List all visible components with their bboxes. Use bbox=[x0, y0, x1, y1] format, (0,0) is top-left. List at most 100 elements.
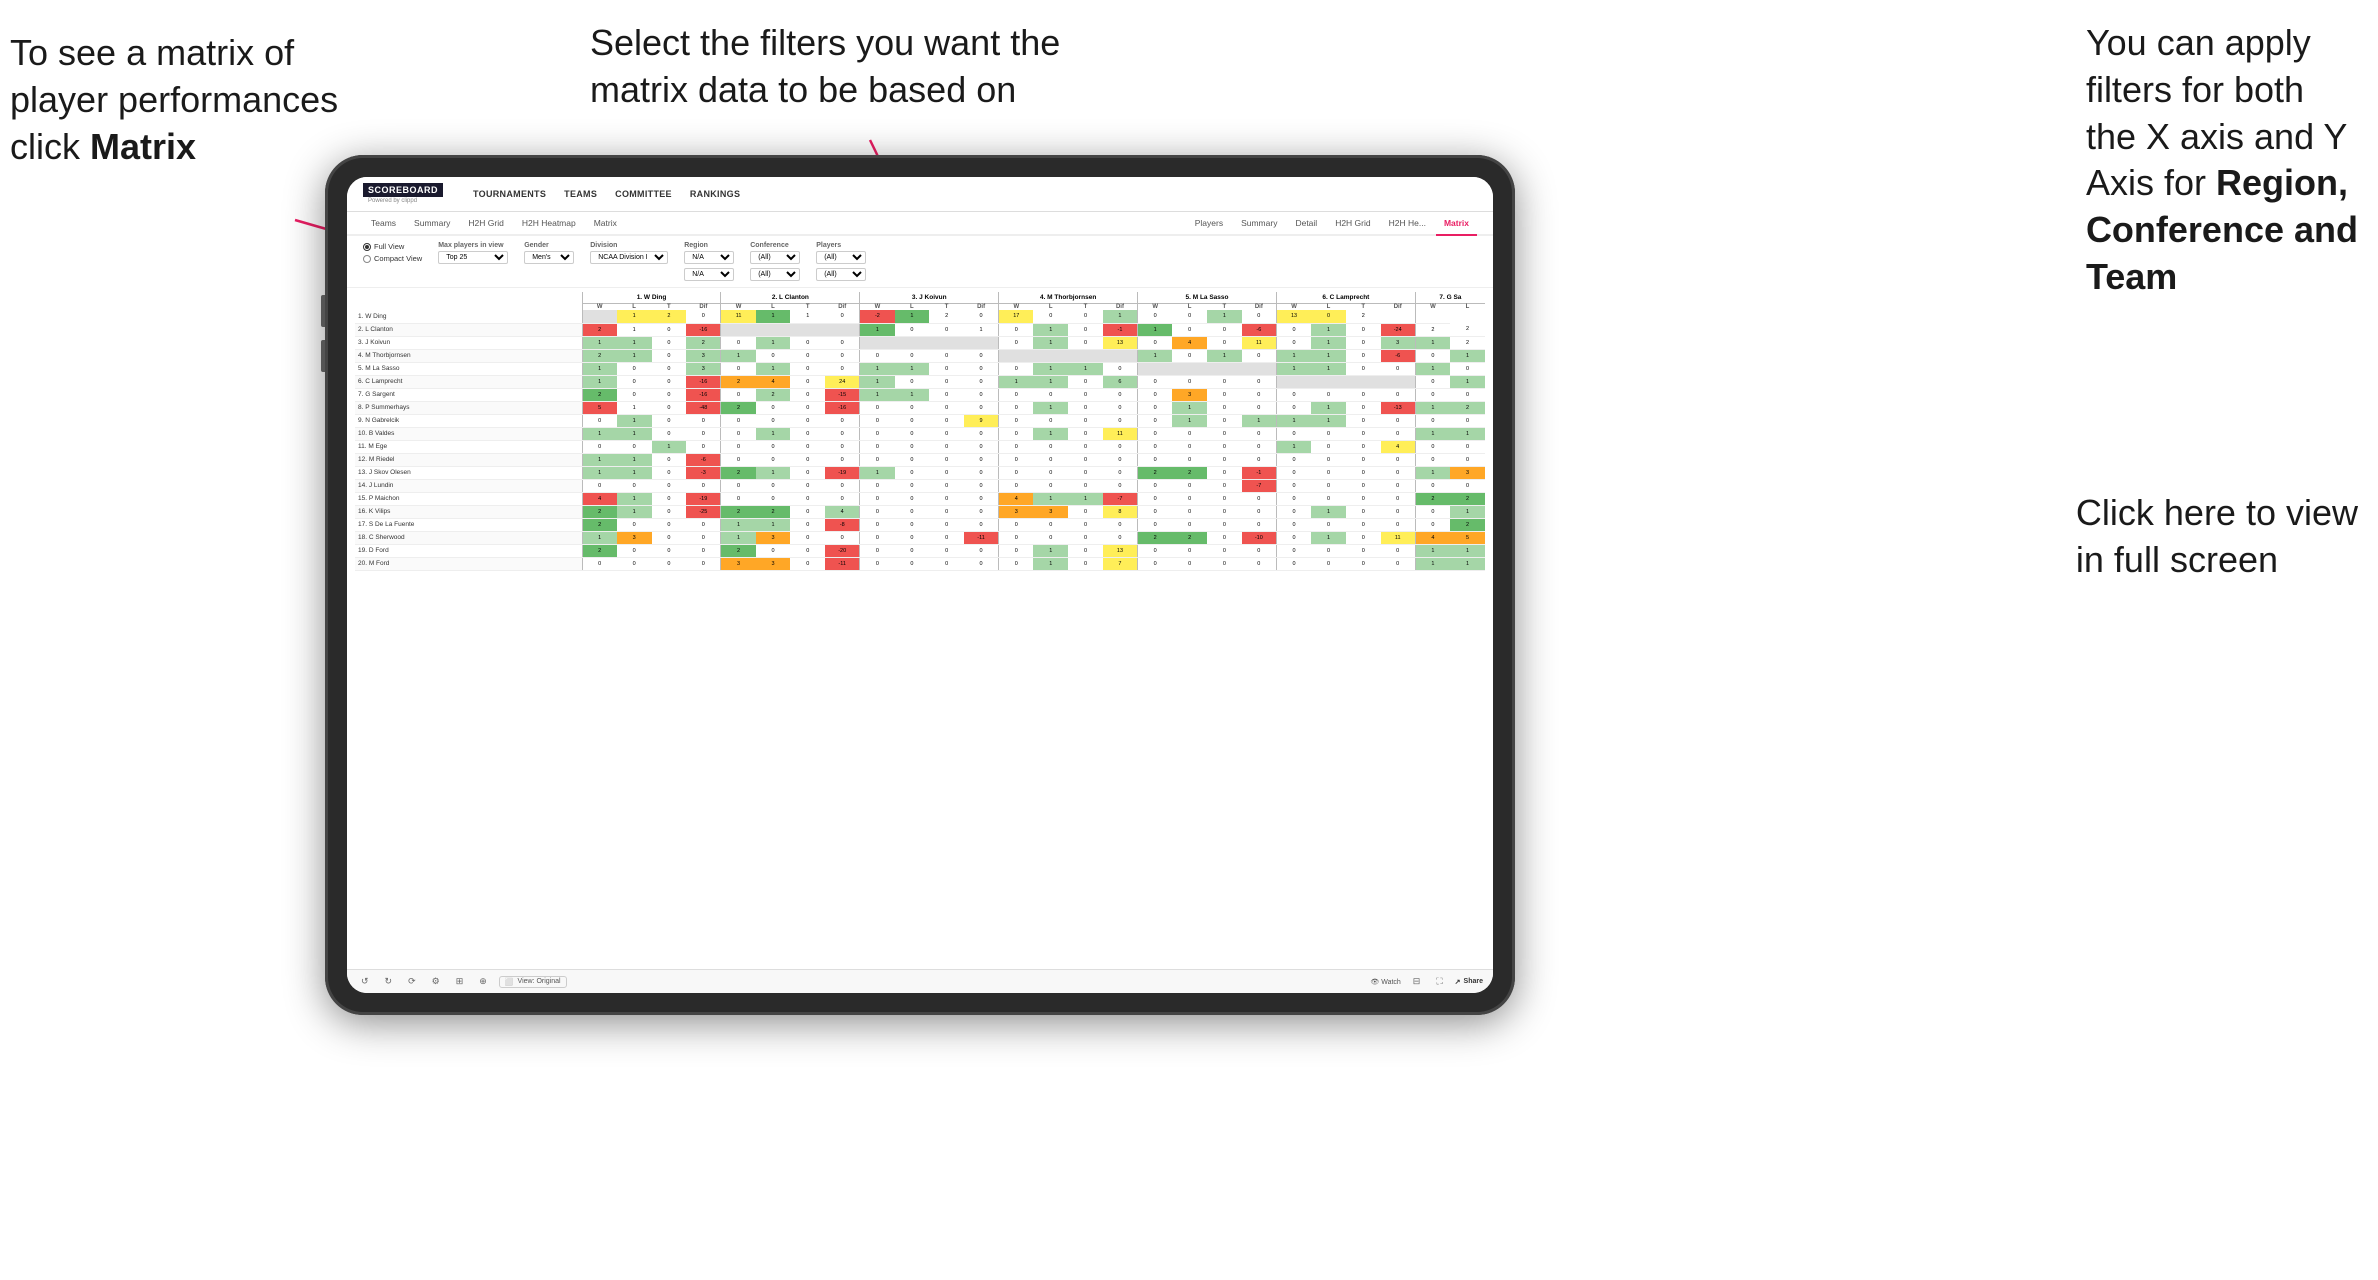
matrix-cell: 0 bbox=[1276, 401, 1311, 414]
filter-conference: Conference (All) (All) bbox=[750, 242, 800, 281]
matrix-cell: 1 bbox=[756, 362, 791, 375]
nav-tournaments[interactable]: TOURNAMENTS bbox=[473, 189, 546, 199]
radio-compact-view[interactable]: Compact View bbox=[363, 254, 422, 263]
matrix-cell: -11 bbox=[964, 531, 999, 544]
nav-committee[interactable]: COMMITTEE bbox=[615, 189, 672, 199]
radio-compact-view-label: Compact View bbox=[374, 254, 422, 263]
matrix-cell: 0 bbox=[1276, 427, 1311, 440]
matrix-cell: 0 bbox=[617, 362, 652, 375]
tab-teams[interactable]: Teams bbox=[363, 212, 404, 236]
matrix-cell bbox=[895, 336, 930, 349]
matrix-cell: 0 bbox=[790, 479, 825, 492]
tab-detail[interactable]: Detail bbox=[1287, 212, 1325, 236]
filter-conf-select-2[interactable]: (All) bbox=[750, 268, 800, 281]
matrix-cell: 0 bbox=[652, 505, 687, 518]
matrix-cell: 0 bbox=[1068, 544, 1103, 557]
filter-players-select-1[interactable]: (All) bbox=[816, 251, 866, 264]
matrix-cell: 11 bbox=[1242, 336, 1277, 349]
fullscreen-btn[interactable]: ⛶ bbox=[1432, 974, 1446, 989]
matrix-cell: 0 bbox=[999, 336, 1034, 349]
col-m-la-sasso: 5. M La Sasso bbox=[1138, 292, 1277, 304]
matrix-cell: 0 bbox=[790, 544, 825, 557]
matrix-cell: 0 bbox=[1276, 479, 1311, 492]
filter-region-select-2[interactable]: N/A bbox=[684, 268, 734, 281]
matrix-cell: 0 bbox=[1415, 505, 1450, 518]
matrix-cell: 0 bbox=[964, 492, 999, 505]
tab-h2h-grid-right[interactable]: H2H Grid bbox=[1327, 212, 1378, 236]
watch-btn[interactable]: 👁 Watch bbox=[1370, 978, 1400, 986]
table-row: 13. J Skov Olesen110-3210-1910000000220-… bbox=[355, 466, 1485, 479]
matrix-cell: 0 bbox=[1033, 479, 1068, 492]
settings-btn[interactable]: ⚙ bbox=[428, 974, 444, 989]
matrix-cell: 0 bbox=[860, 349, 895, 362]
matrix-cell: 0 bbox=[825, 362, 860, 375]
tab-h2h-heatmap[interactable]: H2H Heatmap bbox=[514, 212, 584, 236]
filter-players: Players (All) (All) bbox=[816, 242, 866, 281]
layout-btn[interactable]: ⊟ bbox=[1409, 974, 1425, 989]
matrix-cell: 1 bbox=[1311, 505, 1346, 518]
grid-btn[interactable]: ⊞ bbox=[452, 974, 468, 989]
matrix-cell: 0 bbox=[999, 323, 1034, 336]
matrix-cell: 0 bbox=[999, 362, 1034, 375]
filter-region-select-1[interactable]: N/A bbox=[684, 251, 734, 264]
matrix-cell: 0 bbox=[1103, 362, 1138, 375]
matrix-cell: 4 bbox=[1415, 531, 1450, 544]
matrix-cell: 4 bbox=[1381, 440, 1416, 453]
matrix-cell: 0 bbox=[895, 440, 930, 453]
matrix-cell bbox=[825, 323, 860, 336]
filter-division-select[interactable]: NCAA Division I bbox=[590, 251, 668, 264]
annotation-top-left: To see a matrix of player performances c… bbox=[10, 30, 338, 170]
matrix-cell bbox=[1346, 375, 1381, 388]
matrix-cell: 0 bbox=[999, 518, 1034, 531]
matrix-cell: 0 bbox=[1068, 388, 1103, 401]
tab-h2h-grid-left[interactable]: H2H Grid bbox=[460, 212, 511, 236]
matrix-cell: 0 bbox=[1103, 414, 1138, 427]
tab-matrix-active[interactable]: Matrix bbox=[1436, 212, 1477, 236]
share-label: Share bbox=[1464, 978, 1483, 985]
undo-btn[interactable]: ↺ bbox=[357, 974, 373, 989]
tab-summary-right[interactable]: Summary bbox=[1233, 212, 1285, 236]
matrix-cell: 0 bbox=[825, 414, 860, 427]
matrix-cell: 1 bbox=[1172, 401, 1207, 414]
filter-players-select-2[interactable]: (All) bbox=[816, 268, 866, 281]
matrix-cell: 0 bbox=[652, 375, 687, 388]
matrix-cell: 0 bbox=[652, 492, 687, 505]
tab-summary-left[interactable]: Summary bbox=[406, 212, 458, 236]
matrix-cell: 1 bbox=[1033, 323, 1068, 336]
matrix-cell: 2 bbox=[1138, 466, 1173, 479]
matrix-cell: 1 bbox=[1033, 375, 1068, 388]
matrix-cell: 1 bbox=[860, 388, 895, 401]
matrix-cell: 0 bbox=[1033, 310, 1068, 323]
matrix-cell: 1 bbox=[1415, 427, 1450, 440]
matrix-cell: 0 bbox=[1415, 453, 1450, 466]
view-label[interactable]: ⬜ View: Original bbox=[499, 976, 567, 988]
filter-conf-select-1[interactable]: (All) bbox=[750, 251, 800, 264]
tab-matrix-left[interactable]: Matrix bbox=[586, 212, 625, 236]
matrix-cell: 13 bbox=[1103, 336, 1138, 349]
tab-players[interactable]: Players bbox=[1187, 212, 1231, 236]
matrix-cell: 0 bbox=[1138, 440, 1173, 453]
redo-btn[interactable]: ↻ bbox=[381, 974, 397, 989]
matrix-cell: 0 bbox=[1138, 401, 1173, 414]
matrix-cell: 0 bbox=[895, 375, 930, 388]
share-button[interactable]: ↗ Share bbox=[1455, 978, 1483, 986]
zoom-btn[interactable]: ⊕ bbox=[475, 974, 491, 989]
matrix-cell: 0 bbox=[790, 466, 825, 479]
filter-gender-select[interactable]: Men's bbox=[524, 251, 574, 264]
matrix-cell: 0 bbox=[1381, 388, 1416, 401]
matrix-cell: -7 bbox=[1242, 479, 1277, 492]
matrix-cell: 1 bbox=[756, 310, 791, 323]
matrix-cell bbox=[1068, 349, 1103, 362]
table-row: 5. M La Sasso1003010011000110110010 bbox=[355, 362, 1485, 375]
radio-full-view[interactable]: Full View bbox=[363, 242, 422, 251]
matrix-cell: 2 bbox=[1450, 323, 1485, 336]
refresh-btn[interactable]: ⟳ bbox=[404, 974, 420, 989]
filter-conf-label: Conference bbox=[750, 242, 800, 249]
row-label: 8. P Summerhays bbox=[355, 401, 582, 414]
nav-rankings[interactable]: RANKINGS bbox=[690, 189, 740, 199]
matrix-cell: 0 bbox=[756, 492, 791, 505]
matrix-cell: 0 bbox=[929, 414, 964, 427]
nav-teams[interactable]: TEAMS bbox=[564, 189, 597, 199]
tab-h2h-he[interactable]: H2H He... bbox=[1381, 212, 1434, 236]
filter-max-select[interactable]: Top 25 bbox=[438, 251, 508, 264]
